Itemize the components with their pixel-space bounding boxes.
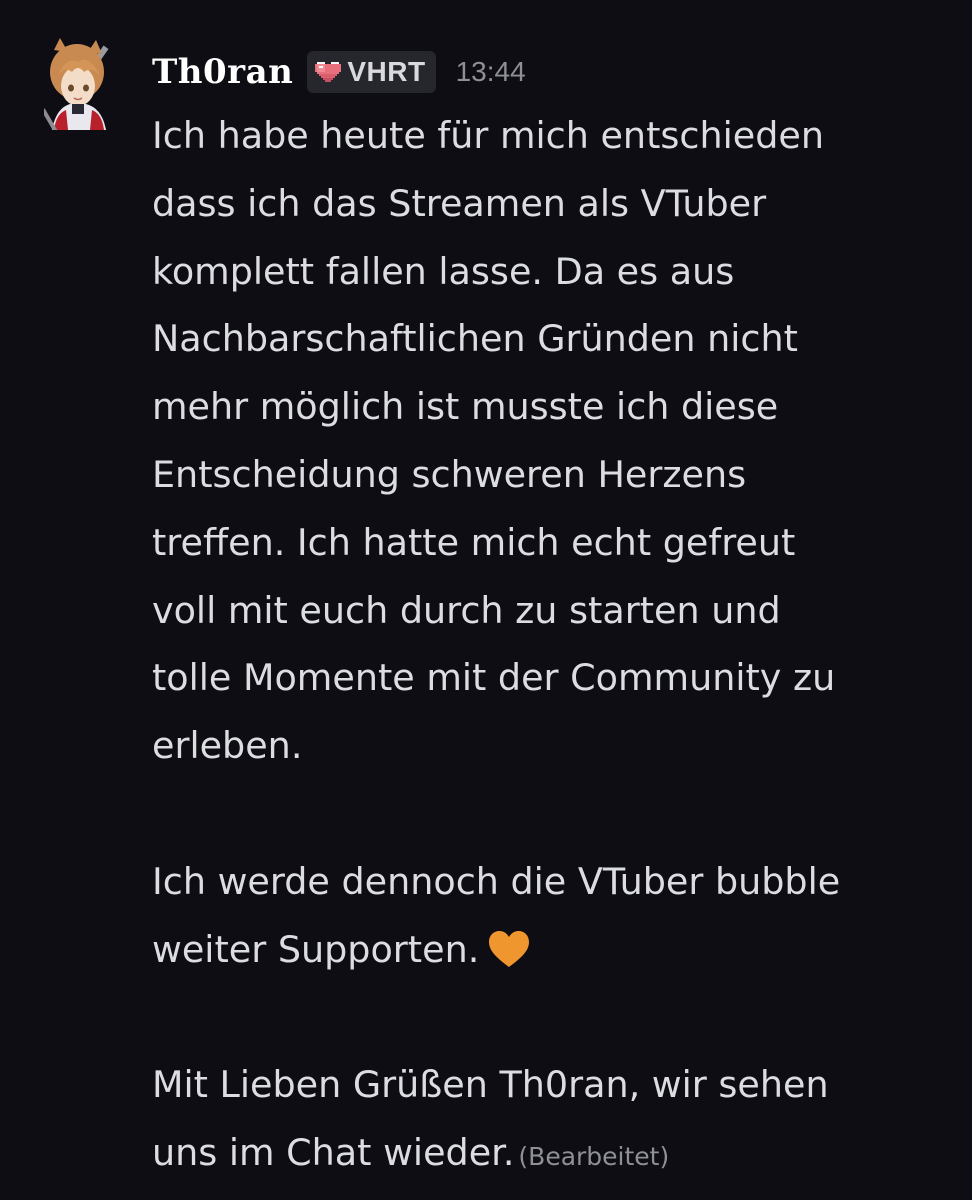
text-line: weiter Supporten.: [152, 927, 480, 971]
server-tag[interactable]: VHRT: [307, 51, 436, 93]
text-line: Nachbarschaftlichen Gründen nicht: [152, 317, 798, 361]
text-line: Ich werde dennoch die VTuber bubble: [152, 859, 841, 903]
text-line: Entscheidung schweren Herzens: [152, 452, 747, 496]
paragraph-2: Ich werde dennoch die VTuber bubble weit…: [152, 848, 952, 984]
pixel-heart-icon: [315, 62, 342, 82]
paragraph-3: Mit Lieben Grüßen Th0ran, wir sehen uns …: [152, 1051, 952, 1191]
text-line: komplett fallen lasse. Da es aus: [152, 249, 735, 293]
text-line: dass ich das Streamen als VTuber: [152, 181, 767, 225]
avatar[interactable]: [44, 38, 112, 130]
text-line: treffen. Ich hatte mich echt gefreut: [152, 520, 796, 564]
message-timestamp[interactable]: 13:44: [456, 56, 526, 88]
edited-label: (Bearbeitet): [518, 1141, 670, 1171]
text-line: voll mit euch durch zu starten und: [152, 588, 781, 632]
text-line: erleben.: [152, 724, 303, 768]
text-line: Ich habe heute für mich entschieden: [152, 114, 824, 157]
message-content: Th0ran VHRT 13:44 Ich habe heute für mic…: [152, 40, 952, 1191]
text-line: tolle Momente mit der Community zu: [152, 656, 836, 700]
text-line: Mit Lieben Grüßen Th0ran, wir sehen: [152, 1063, 829, 1107]
text-line-with-emoji: weiter Supporten.: [152, 916, 952, 984]
paragraph-1: Ich habe heute für mich entschieden dass…: [152, 102, 952, 780]
chat-message: Th0ran VHRT 13:44 Ich habe heute für mic…: [0, 0, 972, 1200]
server-tag-label: VHRT: [347, 56, 426, 87]
orange-heart-icon[interactable]: [487, 929, 531, 969]
author-name[interactable]: Th0ran: [152, 52, 293, 92]
avatar-image: [44, 38, 109, 130]
text-line: uns im Chat wieder.: [152, 1130, 515, 1174]
message-header: Th0ran VHRT 13:44: [152, 40, 952, 104]
text-line-last: uns im Chat wieder. (Bearbeitet): [152, 1119, 952, 1191]
text-line: mehr möglich ist musste ich diese: [152, 385, 779, 429]
message-body: Ich habe heute für mich entschieden dass…: [152, 102, 952, 1191]
